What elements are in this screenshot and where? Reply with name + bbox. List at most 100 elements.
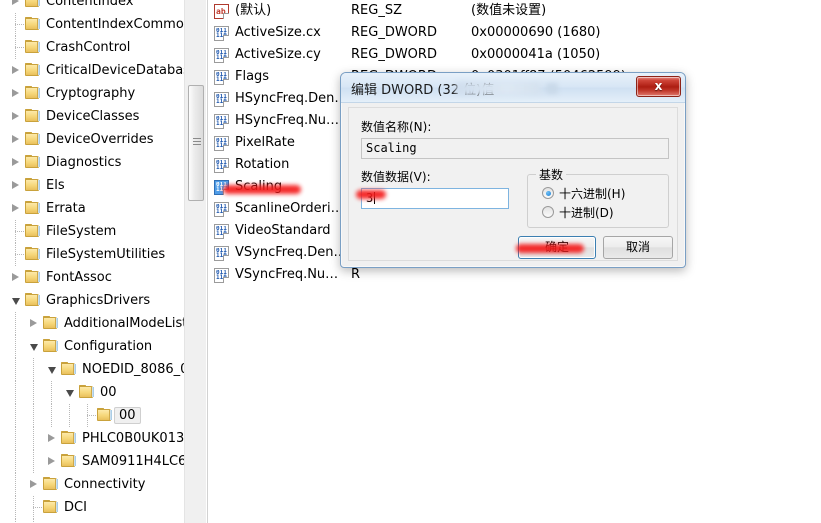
expand-arrow-down-icon[interactable]	[28, 335, 40, 358]
tree-item-label: DeviceOverrides	[46, 132, 154, 147]
ok-button[interactable]: 确定	[518, 236, 596, 259]
tree-item-errata[interactable]: Errata	[0, 197, 184, 220]
tree-item-sam0911h4lc63[interactable]: SAM0911H4LC63	[0, 450, 184, 473]
folder-icon	[25, 224, 41, 238]
tree-item-label-wrap: Els	[46, 174, 65, 197]
tree-elbow	[10, 13, 24, 36]
tree-guide-line	[33, 404, 34, 427]
tree-vertical-scrollbar[interactable]	[184, 0, 206, 523]
tree-elbow	[10, 36, 24, 59]
expand-arrow-right-icon[interactable]	[10, 0, 22, 13]
folder-icon	[61, 362, 77, 376]
radio-decimal-label: 十进制(D)	[559, 206, 614, 220]
value-name-label: 数值名称(N):	[361, 120, 432, 134]
expand-arrow-right-icon[interactable]	[28, 473, 40, 496]
tree-item-diagnostics[interactable]: Diagnostics	[0, 151, 184, 174]
tree-item-dci[interactable]: DCI	[0, 496, 184, 519]
expand-arrow-down-icon[interactable]	[64, 381, 76, 404]
expand-arrow-down-icon[interactable]	[10, 289, 22, 312]
tree-item-label: Errata	[46, 201, 86, 216]
tree-item-label: Diagnostics	[46, 155, 122, 170]
tree-item-deviceclasses[interactable]: DeviceClasses	[0, 105, 184, 128]
value-row[interactable]: 011 110 ActiveSize.cx REG_DWORD 0x00000690 (…	[208, 22, 821, 44]
value-name: Scaling	[235, 179, 283, 194]
value-row[interactable]: 011 110 ActiveSize.cy REG_DWORD 0x0000041a (…	[208, 44, 821, 66]
expand-arrow-right-icon[interactable]	[28, 312, 40, 335]
expand-arrow-right-icon[interactable]	[10, 174, 22, 197]
expand-arrow-right-icon[interactable]	[10, 128, 22, 151]
cancel-button[interactable]: 取消	[603, 236, 673, 259]
value-type: REG_DWORD	[351, 25, 437, 40]
tree-elbow	[28, 519, 40, 523]
radio-decimal-indicator[interactable]	[542, 206, 554, 218]
expand-arrow-right-icon[interactable]	[46, 427, 58, 450]
tree-scrollbar-thumb[interactable]	[188, 85, 204, 201]
tree-item-label: PHLC0B0UK0130	[82, 431, 184, 446]
expand-arrow-right-icon[interactable]	[10, 105, 22, 128]
tree-item-graphicsdrivers[interactable]: GraphicsDrivers	[0, 289, 184, 312]
base-radio-group: 基数 十六进制(H) 十进制(D)	[527, 166, 669, 228]
value-name: Flags	[235, 69, 270, 84]
folder-icon	[25, 155, 41, 169]
tree-item-label-wrap: DeviceOverrides	[46, 128, 153, 151]
tree-guide-line	[15, 496, 16, 519]
tree-item-crashcontrol[interactable]: CrashControl	[0, 36, 184, 59]
folder-icon	[25, 247, 41, 261]
dialog-title-bar[interactable]: 编辑 DWORD (32 位)值 x	[341, 73, 685, 103]
tree-item-els[interactable]: Els	[0, 174, 184, 197]
tree-guide-line	[15, 312, 16, 335]
text-caret	[374, 192, 376, 204]
tree-item-00[interactable]: 00	[0, 381, 184, 404]
close-button[interactable]: x	[636, 76, 681, 97]
expand-arrow-right-icon[interactable]	[10, 82, 22, 105]
tree-item-label-wrap: DCI	[64, 496, 87, 519]
dword-value-icon: 011 110	[214, 136, 229, 151]
tree-item-label: CriticalDeviceDatabase	[46, 63, 184, 78]
expand-arrow-right-icon[interactable]	[10, 197, 22, 220]
tree-guide-line	[33, 358, 34, 381]
tree-item-connectivity[interactable]: Connectivity	[0, 473, 184, 496]
tree-item-label-wrap: Diagnostics	[46, 151, 121, 174]
tree-item-label: GraphicsDrivers	[46, 293, 151, 308]
registry-key-tree[interactable]: ContentIndex ContentIndexCommon CrashContr…	[0, 0, 184, 523]
tree-item-label: Cryptography	[46, 86, 136, 101]
tree-item-criticaldevicedatabase[interactable]: CriticalDeviceDatabase	[0, 59, 184, 82]
tree-item-fontassoc[interactable]: FontAssoc	[0, 266, 184, 289]
close-icon: x	[654, 79, 663, 93]
tree-item-cryptography[interactable]: Cryptography	[0, 82, 184, 105]
expand-arrow-right-icon[interactable]	[46, 450, 58, 473]
tree-item-filesystem[interactable]: FileSystem	[0, 220, 184, 243]
tree-item-configuration[interactable]: Configuration	[0, 335, 184, 358]
tree-item-label-wrap: FileSystemUtilities	[46, 243, 165, 266]
expand-arrow-right-icon[interactable]	[10, 266, 22, 289]
dword-value-icon: 011 110	[214, 26, 229, 41]
tree-item-filesystemutilities[interactable]: FileSystemUtilities	[0, 243, 184, 266]
value-name-input[interactable]: Scaling	[361, 138, 669, 159]
folder-icon	[43, 477, 59, 491]
value-name: Rotation	[235, 157, 290, 172]
value-row[interactable]: ab (默认) REG_SZ (数值未设置)	[208, 0, 821, 22]
expand-arrow-down-icon[interactable]	[46, 358, 58, 381]
radio-hexadecimal-indicator[interactable]	[542, 187, 554, 199]
tree-item-noedid-8086-0[interactable]: NOEDID_8086_0	[0, 358, 184, 381]
value-data-input[interactable]: 3	[361, 188, 509, 209]
value-name: HSyncFreq.Den…	[235, 91, 348, 106]
value-data: 0x0000041a (1050)	[471, 47, 601, 62]
expand-arrow-right-icon[interactable]	[10, 151, 22, 174]
tree-item-label-wrap: GraphicsDrivers	[46, 289, 150, 312]
expand-arrow-right-icon[interactable]	[10, 59, 22, 82]
folder-icon	[43, 316, 59, 330]
tree-item-00[interactable]: 00	[0, 404, 184, 427]
tree-item-phlc0b0uk0130[interactable]: PHLC0B0UK0130	[0, 427, 184, 450]
value-name: ActiveSize.cy	[235, 47, 321, 62]
tree-item-usenewkey[interactable]: UseNewKey	[0, 519, 184, 523]
tree-item-contentindexcommon[interactable]: ContentIndexCommon	[0, 13, 184, 36]
folder-icon	[25, 201, 41, 215]
tree-guide-line	[51, 404, 52, 427]
tree-elbow	[82, 404, 96, 427]
tree-item-deviceoverrides[interactable]: DeviceOverrides	[0, 128, 184, 151]
tree-item-label-wrap: Configuration	[64, 335, 152, 358]
tree-item-additionalmodelist[interactable]: AdditionalModeList	[0, 312, 184, 335]
folder-icon	[25, 86, 41, 100]
tree-item-contentindex[interactable]: ContentIndex	[0, 0, 184, 13]
